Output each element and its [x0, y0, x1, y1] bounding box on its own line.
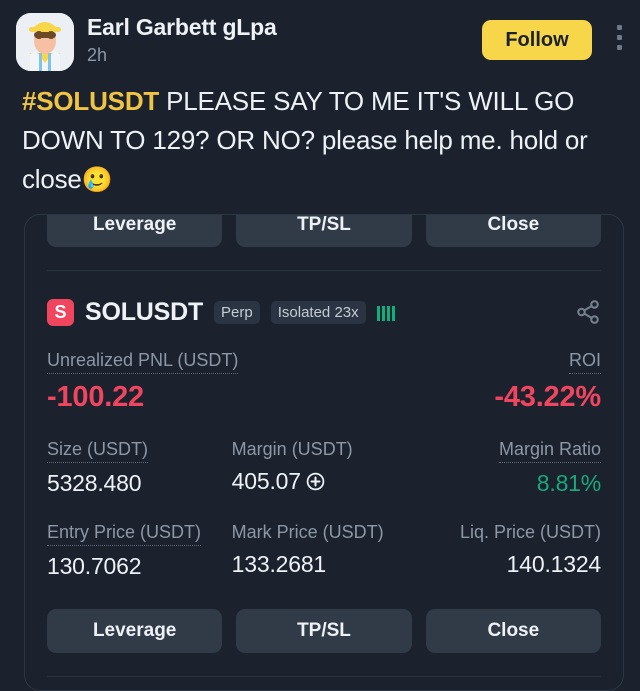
contract-type-badge: Perp [214, 300, 260, 324]
card-top-divider [47, 270, 601, 271]
leverage-button-top[interactable]: Leverage [47, 215, 223, 247]
margin-ratio-value: 8.81% [536, 470, 602, 496]
stat-row: Unrealized PNL (USDT) -100.22 ROI -43.22… [47, 349, 601, 416]
signal-bars-icon [376, 303, 395, 321]
signal-bar [391, 306, 395, 321]
card-bottom-divider [47, 676, 601, 677]
share-icon[interactable] [575, 299, 601, 325]
entry-price-label[interactable]: Entry Price (USDT) [47, 521, 202, 546]
add-margin-icon[interactable] [306, 472, 325, 491]
avatar[interactable] [16, 13, 74, 71]
kebab-dot [616, 25, 622, 30]
tpsl-button-top[interactable]: TP/SL [236, 215, 412, 247]
top-action-row: Leverage TP/SL Close [25, 215, 623, 247]
size-value: 5328.480 [47, 470, 142, 496]
post-text: #SOLUSDT PLEASE SAY TO ME IT'S WILL GO D… [22, 82, 622, 200]
follow-button[interactable]: Follow [482, 20, 592, 60]
author-name[interactable]: Earl Garbett gLpa [87, 13, 482, 41]
post-screen: Earl Garbett gLpa 2h Follow #SOLUSDT PLE… [0, 0, 640, 691]
roi-stat: ROI -43.22% [324, 349, 601, 416]
position-card: Leverage TP/SL Close S SOLUSDT Perp Isol… [24, 214, 624, 691]
unrealized-pnl-stat: Unrealized PNL (USDT) -100.22 [47, 349, 324, 416]
unrealized-pnl-label[interactable]: Unrealized PNL (USDT) [47, 349, 239, 374]
size-label[interactable]: Size (USDT) [47, 438, 149, 463]
signal-bar [386, 306, 390, 321]
margin-value-wrap: 405.07 [232, 465, 417, 497]
mark-price-value: 133.2681 [231, 551, 327, 577]
roi-value: -43.22% [494, 381, 601, 413]
post-timestamp: 2h [87, 45, 108, 65]
mark-price-stat: Mark Price (USDT) 133.2681 [232, 521, 417, 582]
margin-mode-badge[interactable]: Isolated 23x [270, 300, 366, 324]
bottom-action-row: Leverage TP/SL Close [25, 609, 623, 653]
liq-price-label: Liq. Price (USDT) [459, 522, 602, 542]
leverage-button[interactable]: Leverage [47, 609, 223, 653]
stat-row: Entry Price (USDT) 130.7062 Mark Price (… [47, 521, 601, 582]
margin-ratio-stat: Margin Ratio 8.81% [416, 438, 601, 499]
smiling-face-with-tear-icon: 🥲 [81, 166, 113, 194]
close-button-top[interactable]: Close [425, 215, 601, 247]
kebab-menu-icon[interactable] [602, 25, 636, 50]
size-stat: Size (USDT) 5328.480 [47, 438, 232, 499]
tpsl-button[interactable]: TP/SL [236, 609, 412, 653]
liq-price-stat: Liq. Price (USDT) 140.1324 [416, 521, 601, 582]
unrealized-pnl-value: -100.22 [47, 381, 144, 413]
liq-price-value: 140.1324 [506, 551, 602, 577]
mark-price-label: Mark Price (USDT) [231, 522, 384, 542]
author-block: Earl Garbett gLpa 2h [87, 13, 482, 67]
symbol-name[interactable]: SOLUSDT [85, 298, 203, 327]
post-header: Earl Garbett gLpa 2h Follow [0, 8, 640, 74]
entry-price-stat: Entry Price (USDT) 130.7062 [47, 521, 232, 582]
position-stats: Unrealized PNL (USDT) -100.22 ROI -43.22… [25, 349, 623, 582]
symbol-row: S SOLUSDT Perp Isolated 23x [25, 297, 623, 327]
hashtag-link[interactable]: #SOLUSDT [22, 86, 159, 116]
entry-price-value: 130.7062 [47, 553, 142, 579]
close-button[interactable]: Close [425, 609, 601, 653]
margin-ratio-label[interactable]: Margin Ratio [498, 438, 602, 463]
solana-coin-icon: S [47, 298, 74, 326]
roi-label[interactable]: ROI [568, 349, 601, 374]
kebab-dot [616, 35, 622, 40]
kebab-dot [616, 45, 622, 50]
margin-value: 405.07 [231, 468, 301, 494]
farmer-avatar-icon [16, 13, 74, 71]
margin-label: Margin (USDT) [231, 439, 353, 459]
signal-bar [376, 306, 380, 321]
stat-row: Size (USDT) 5328.480 Margin (USDT) 405.0… [47, 438, 601, 499]
margin-stat: Margin (USDT) 405.07 [232, 438, 417, 499]
signal-bar [381, 306, 385, 321]
